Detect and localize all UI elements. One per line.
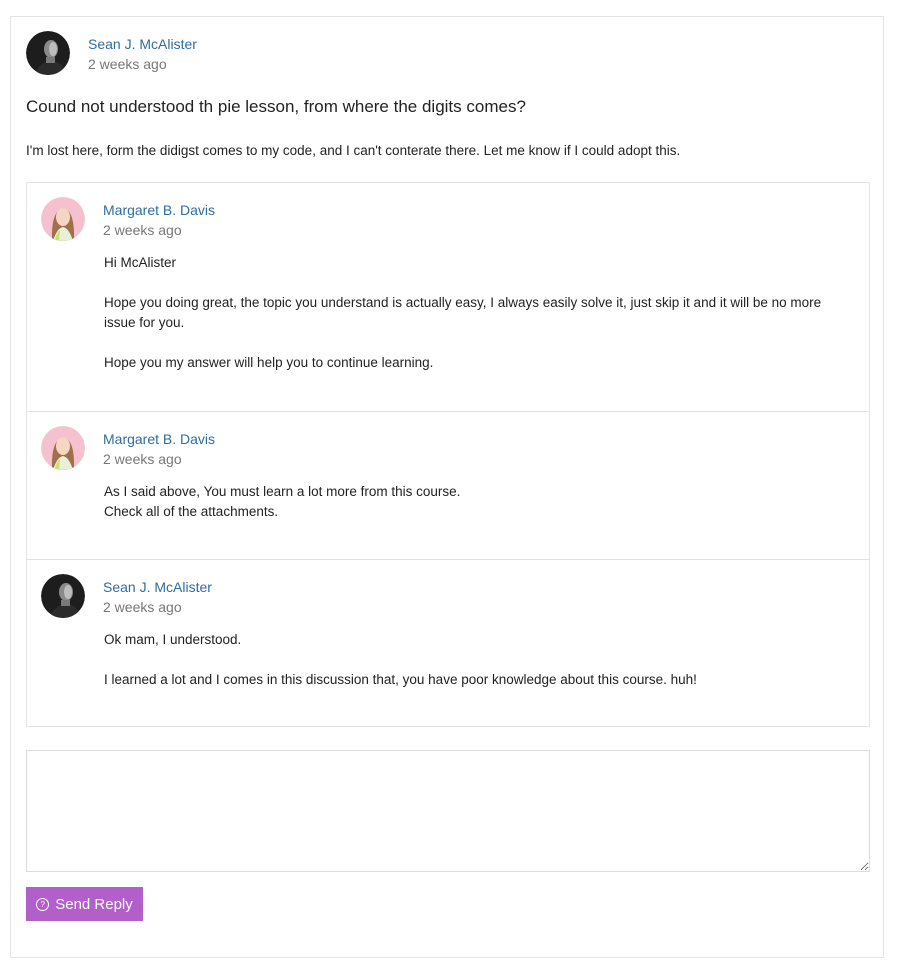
timestamp: 2 weeks ago: [103, 599, 182, 615]
reply-header: Margaret B. Davis 2 weeks ago: [41, 197, 215, 241]
reply-line: As I said above, You must learn a lot mo…: [104, 484, 461, 499]
avatar: [41, 574, 85, 618]
reply-body: As I said above, You must learn a lot mo…: [104, 482, 847, 522]
reply-item: Sean J. McAlister 2 weeks ago Ok mam, I …: [27, 560, 869, 726]
timestamp: 2 weeks ago: [88, 56, 167, 72]
reply-meta: Margaret B. Davis 2 weeks ago: [103, 197, 215, 240]
reply-paragraph: Hope you my answer will help you to cont…: [104, 355, 434, 370]
avatar: [41, 197, 85, 241]
send-reply-label: Send Reply: [55, 895, 133, 913]
timestamp: 2 weeks ago: [103, 451, 182, 467]
reply-line: Check all of the attachments.: [104, 504, 279, 519]
send-reply-button[interactable]: ? Send Reply: [26, 887, 143, 921]
author-link[interactable]: Sean J. McAlister: [88, 34, 197, 54]
post-body: I'm lost here, form the didigst comes to…: [26, 143, 681, 158]
reply-paragraph: I learned a lot and I comes in this disc…: [104, 672, 697, 687]
timestamp: 2 weeks ago: [103, 222, 182, 238]
reply-header: Margaret B. Davis 2 weeks ago: [41, 426, 215, 470]
author-link[interactable]: Margaret B. Davis: [103, 200, 215, 220]
user-avatar-icon: [26, 31, 70, 75]
user-avatar-icon: [41, 574, 85, 618]
author-link[interactable]: Margaret B. Davis: [103, 429, 215, 449]
avatar: [26, 31, 70, 75]
user-avatar-icon: [41, 426, 85, 470]
post-header: Sean J. McAlister 2 weeks ago: [26, 31, 197, 77]
reply-item: Margaret B. Davis 2 weeks ago Hi McAlist…: [27, 183, 869, 412]
question-circle-icon: ?: [36, 897, 50, 911]
replies-list: Margaret B. Davis 2 weeks ago Hi McAlist…: [26, 182, 870, 727]
reply-item: Margaret B. Davis 2 weeks ago As I said …: [27, 412, 869, 560]
post-title: Cound not understood th pie lesson, from…: [26, 97, 526, 116]
post-meta: Sean J. McAlister 2 weeks ago: [88, 31, 197, 74]
discussion-card: Sean J. McAlister 2 weeks ago Cound not …: [10, 16, 884, 958]
reply-body: Hi McAlister Hope you doing great, the t…: [104, 253, 847, 373]
reply-header: Sean J. McAlister 2 weeks ago: [41, 574, 212, 618]
user-avatar-icon: [41, 197, 85, 241]
author-link[interactable]: Sean J. McAlister: [103, 577, 212, 597]
reply-paragraph: Ok mam, I understood.: [104, 632, 242, 647]
reply-textarea[interactable]: [26, 750, 870, 872]
reply-meta: Sean J. McAlister 2 weeks ago: [103, 574, 212, 617]
reply-body: Ok mam, I understood. I learned a lot an…: [104, 630, 847, 690]
reply-meta: Margaret B. Davis 2 weeks ago: [103, 426, 215, 469]
reply-paragraph: Hope you doing great, the topic you unde…: [104, 295, 822, 330]
avatar: [41, 426, 85, 470]
reply-paragraph: Hi McAlister: [104, 255, 177, 270]
